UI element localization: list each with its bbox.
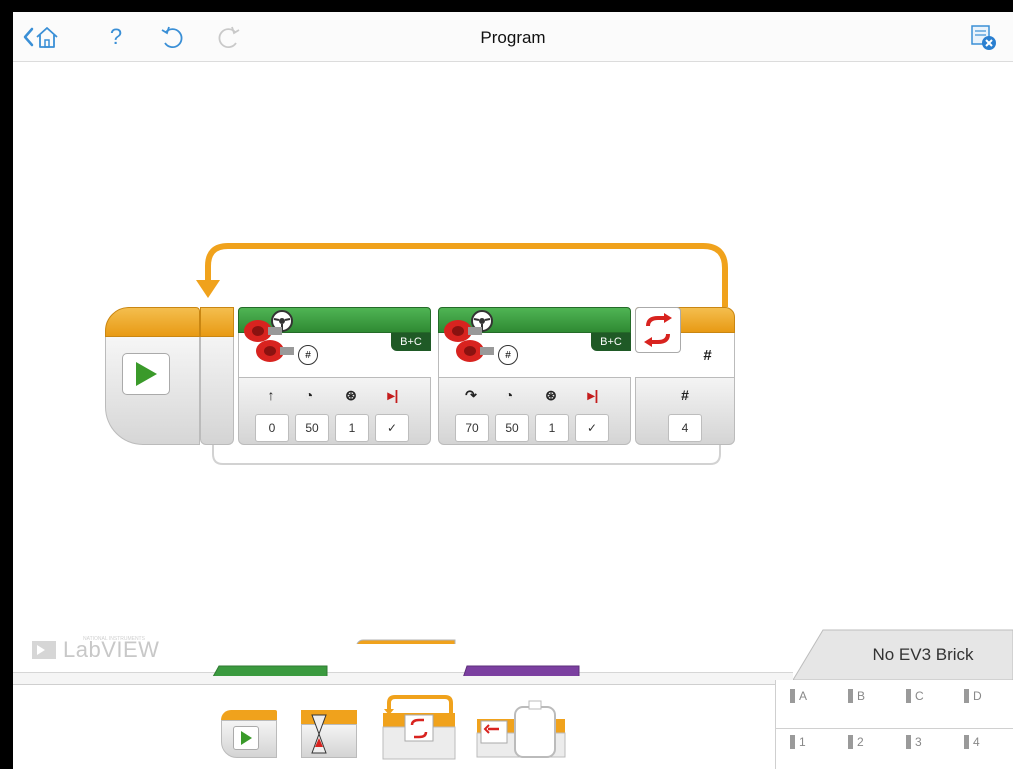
wait-block[interactable] [301, 710, 357, 758]
app-window: ? Program B+C # ↑ ◔ ⊛ ▸| 0 50 1 ✓ B+C # … [13, 12, 1013, 769]
action-tab[interactable] [209, 662, 333, 676]
start-block[interactable] [221, 710, 277, 758]
loop-icon[interactable] [635, 307, 681, 353]
turn-icon: ↷ [465, 386, 477, 403]
palette-tab-strip [13, 672, 793, 684]
hourglass-icon [311, 714, 327, 754]
rotations-icon: ⊛ [345, 386, 357, 403]
loop-end-block[interactable]: # # 4 [635, 307, 735, 445]
count-icon: # [681, 387, 689, 403]
switch-block[interactable] [475, 699, 567, 761]
motor-port-b[interactable]: B [848, 686, 904, 726]
sensor-port-1[interactable]: 1 [790, 732, 846, 769]
rotations-icon: ⊛ [545, 386, 557, 403]
steering-icon: ↑ [267, 387, 275, 403]
move-steering-block-2[interactable]: B+C # ↷ ◔ ⊛ ▸| 70 50 1 ✓ [438, 307, 631, 445]
program-canvas[interactable]: B+C # ↑ ◔ ⊛ ▸| 0 50 1 ✓ B+C # ↷ ◔ ⊛ ▸| 7… [13, 62, 1013, 632]
port-label[interactable]: B+C [391, 333, 431, 351]
motor-port-a[interactable]: A [790, 686, 846, 726]
power-value[interactable]: 50 [295, 414, 329, 442]
motor-port-c[interactable]: C [906, 686, 962, 726]
brake-value[interactable]: ✓ [575, 414, 609, 442]
brand-vendor: NATIONAL INSTRUMENTS [83, 636, 145, 642]
motor-icon [244, 310, 294, 362]
sensor-tab[interactable] [461, 662, 585, 676]
loop-count-value[interactable]: 4 [668, 414, 702, 442]
flow-control-tab[interactable] [333, 630, 457, 644]
rotations-value[interactable]: 1 [535, 414, 569, 442]
top-bar: ? Program [13, 12, 1013, 62]
sensor-port-4[interactable]: 4 [964, 732, 1013, 769]
motor-port-d[interactable]: D [964, 686, 1013, 726]
loop-block[interactable] [381, 695, 457, 761]
port-label[interactable]: B+C [591, 333, 631, 351]
motor-icon [444, 310, 494, 362]
power-icon: ◔ [304, 387, 314, 403]
rotations-icon[interactable]: # [298, 345, 318, 365]
labview-logo: LabVIEW NATIONAL INSTRUMENTS [31, 636, 159, 662]
brake-icon: ▸| [587, 386, 599, 403]
power-icon: ◔ [504, 387, 514, 403]
steering-value[interactable]: 70 [455, 414, 489, 442]
start-block[interactable] [105, 307, 200, 445]
page-title: Program [480, 28, 546, 47]
play-icon[interactable] [122, 353, 170, 395]
close-program-button[interactable] [968, 22, 998, 52]
move-steering-block-1[interactable]: B+C # ↑ ◔ ⊛ ▸| 0 50 1 ✓ [238, 307, 431, 445]
loop-start-block[interactable] [200, 307, 234, 445]
rotations-value[interactable]: 1 [335, 414, 369, 442]
sensor-port-3[interactable]: 3 [906, 732, 962, 769]
brick-port-view: A B C D 1 2 3 4 [775, 680, 1013, 769]
rotations-icon[interactable]: # [498, 345, 518, 365]
play-icon [233, 726, 259, 750]
loop-mode-selector[interactable]: # [681, 333, 735, 377]
block-palette [13, 684, 775, 769]
brake-icon: ▸| [387, 386, 399, 403]
brake-value[interactable]: ✓ [375, 414, 409, 442]
brick-status-tab[interactable]: No EV3 Brick [793, 628, 1013, 680]
steering-value[interactable]: 0 [255, 414, 289, 442]
brick-status: No EV3 Brick [872, 645, 974, 664]
sensor-port-2[interactable]: 2 [848, 732, 904, 769]
power-value[interactable]: 50 [495, 414, 529, 442]
